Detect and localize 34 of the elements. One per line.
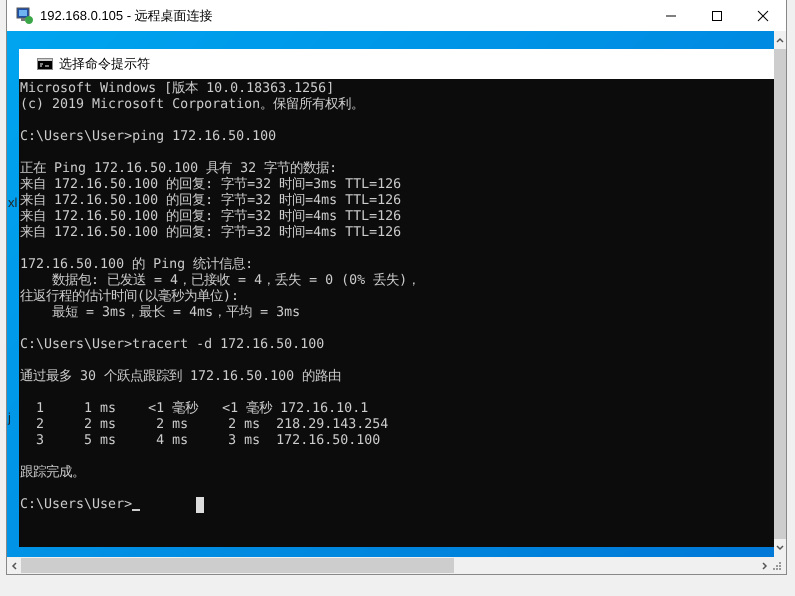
desktop-label: j: [8, 410, 11, 425]
console-line: 数据包: 已发送 = 4，已接收 = 4，丢失 = 0 (0% 丢失)，: [51, 273, 420, 288]
console-line: 1 1 ms <1 毫秒 <1 毫秒 172.16.10.1: [35, 401, 368, 417]
console-line: 通过最多 30 个跃点跟踪到 172.16.50.100 的路由: [20, 369, 342, 385]
console-line: 2 2 ms 2 ms 2 ms 218.29.143.254: [35, 417, 388, 433]
console-line: 172.16.50.100 的 Ping 统计信息:: [20, 257, 254, 272]
scroll-left-icon[interactable]: [11, 562, 17, 570]
console-line: 跟踪完成。: [20, 465, 85, 481]
console-line: C:\Users\User>ping 172.16.50.100: [20, 129, 276, 145]
console-line: 来自 172.16.50.100 的回复: 字节=32 时间=4ms TTL=126: [20, 193, 402, 208]
window-title: 192.168.0.105 - 远程桌面连接: [40, 6, 214, 24]
text-cursor-icon: [132, 509, 140, 511]
scroll-up-icon[interactable]: [776, 37, 784, 43]
console-line: 来自 172.16.50.100 的回复: 字节=32 时间=4ms TTL=126: [20, 225, 402, 241]
resize-grip-icon[interactable]: [772, 560, 782, 570]
console-line: 来自 172.16.50.100 的回复: 字节=32 时间=3ms TTL=126: [20, 177, 402, 192]
console-line: (c) 2019 Microsoft Corporation。保留所有权利。: [20, 97, 364, 113]
console-line: C:\Users\User>tracert -d 172.16.50.100: [20, 337, 324, 353]
maximize-icon: [711, 10, 723, 22]
console-title: 选择命令提示符: [59, 55, 150, 73]
console-line: Microsoft Windows [版本 10.0.18363.1256]: [20, 81, 334, 97]
scroll-down-icon[interactable]: [776, 545, 784, 551]
block-cursor-icon: [196, 497, 204, 513]
desktop-label: xl: [8, 195, 18, 210]
console-line: 正在 Ping 172.16.50.100 具有 32 字节的数据:: [20, 161, 338, 176]
console-line: 来自 172.16.50.100 的回复: 字节=32 时间=4ms TTL=126: [20, 209, 402, 224]
console-line: 往返行程的估计时间(以毫秒为单位):: [20, 289, 240, 305]
console-prompt: C:\Users\User>: [20, 497, 132, 513]
console-line: 最短 = 3ms，最长 = 4ms，平均 = 3ms: [51, 305, 300, 321]
console-line: 3 5 ms 4 ms 3 ms 172.16.50.100: [35, 433, 380, 449]
scroll-right-icon[interactable]: [762, 562, 768, 570]
remote-desktop-icon: [16, 6, 34, 24]
console-icon: [37, 58, 53, 70]
close-icon: [757, 10, 769, 22]
